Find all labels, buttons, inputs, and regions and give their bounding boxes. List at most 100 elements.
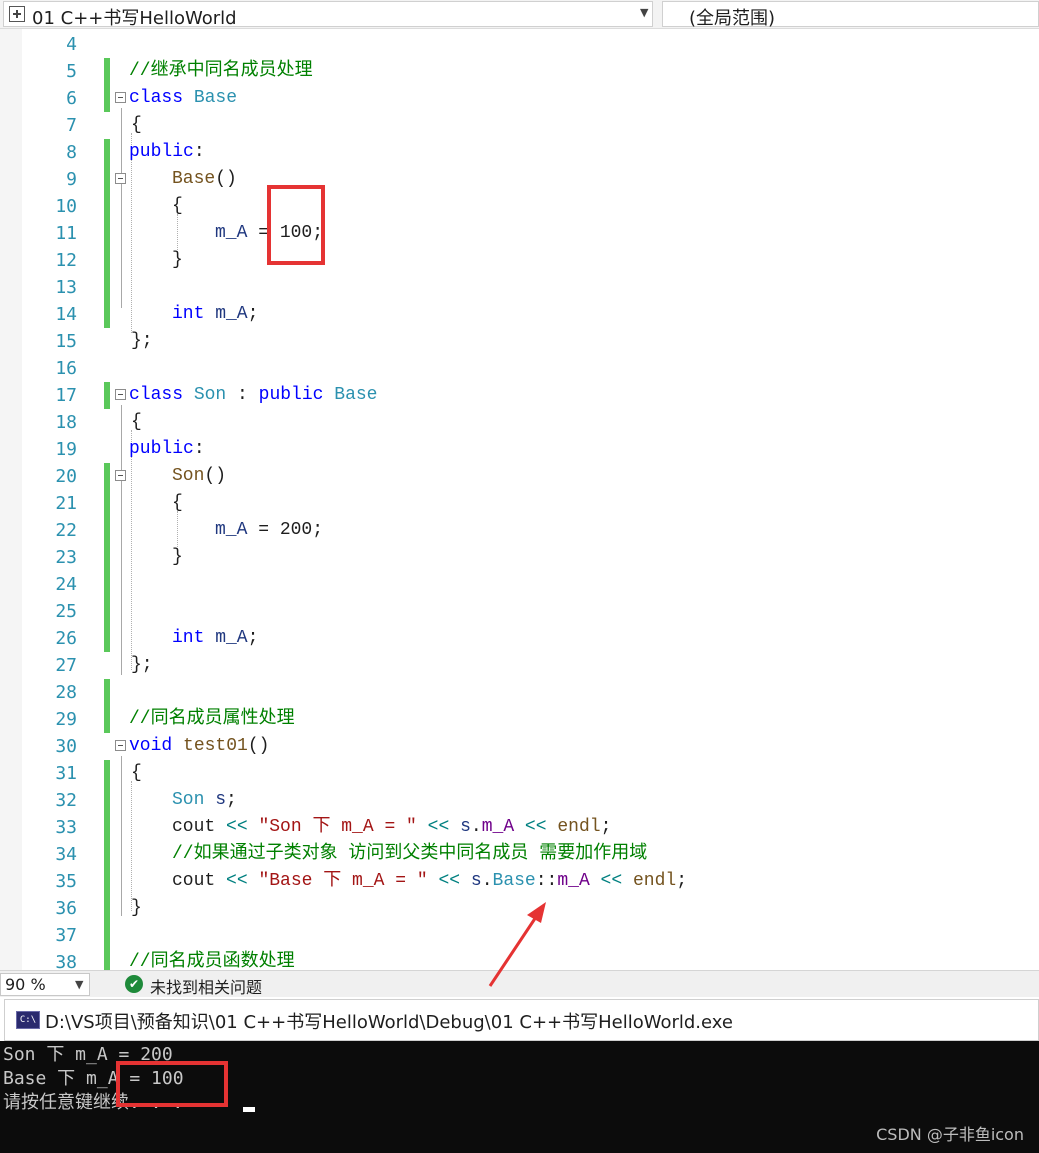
issues-status[interactable]: 未找到相关问题	[150, 974, 262, 998]
code-line: 27 };	[0, 652, 1039, 679]
change-indicator	[104, 949, 110, 970]
operator: <<	[215, 817, 259, 837]
type-name: Base	[193, 88, 238, 108]
line-number: 37	[55, 925, 77, 946]
code-text: Base()	[172, 166, 237, 193]
line-number: 21	[55, 493, 77, 514]
collapse-icon[interactable]	[115, 470, 126, 481]
code-text: }	[172, 250, 183, 270]
operator: <<	[589, 871, 633, 891]
watermark: CSDN @子非鱼icon	[876, 1125, 1024, 1144]
line-number: 6	[66, 88, 77, 109]
punctuation: ;	[600, 817, 612, 837]
highlight-box	[116, 1061, 228, 1107]
line-number: 13	[55, 277, 77, 298]
collapse-icon[interactable]	[115, 92, 126, 103]
console-title-bar[interactable]: C:\ D:\VS项目\预备知识\01 C++书写HelloWorld\Debu…	[4, 999, 1039, 1041]
line-number: 9	[66, 169, 77, 190]
code-line: 8 public:	[0, 139, 1039, 166]
line-number: 23	[55, 547, 77, 568]
change-indicator	[104, 841, 110, 868]
member: m_A	[481, 817, 515, 837]
punctuation: ;	[247, 628, 259, 648]
comment: //如果通过子类对象 访问到父类中同名成员 需要加作用域	[172, 844, 648, 864]
comment: //同名成员属性处理	[129, 709, 295, 729]
editor-status-bar: 90 % ▼ ✔ 未找到相关问题	[0, 970, 1039, 997]
change-indicator	[104, 895, 110, 922]
code-line: 34 //如果通过子类对象 访问到父类中同名成员 需要加作用域	[0, 841, 1039, 868]
punctuation: :	[193, 142, 205, 162]
line-number: 20	[55, 466, 77, 487]
line-number: 14	[55, 304, 77, 325]
code-line: 33 cout << "Son 下 m_A = " << s.m_A << en…	[0, 814, 1039, 841]
line-number: 26	[55, 628, 77, 649]
console-window-title: D:\VS项目\预备知识\01 C++书写HelloWorld\Debug\01…	[45, 1012, 733, 1033]
identifier: cout	[172, 817, 216, 837]
code-text: {	[131, 115, 142, 135]
variable: s	[460, 817, 471, 837]
code-text: public:	[129, 436, 205, 463]
string-literal: "Son 下 m_A = "	[258, 817, 417, 837]
type-name: Son	[172, 790, 205, 810]
line-number: 22	[55, 520, 77, 541]
zoom-level: 90 %	[5, 975, 46, 994]
change-indicator	[104, 787, 110, 814]
punctuation: ;	[247, 304, 259, 324]
code-line: 29 //同名成员属性处理	[0, 706, 1039, 733]
check-circle-icon[interactable]: ✔	[125, 975, 143, 993]
collapse-icon[interactable]	[115, 173, 126, 184]
line-number: 32	[55, 790, 77, 811]
operator: <<	[427, 871, 471, 891]
code-line: 32 Son s;	[0, 787, 1039, 814]
identifier: cout	[172, 871, 216, 891]
code-line: 7 {	[0, 112, 1039, 139]
string-literal: "Base 下 m_A = "	[258, 871, 428, 891]
keyword: int	[172, 304, 205, 324]
punctuation: .	[470, 817, 482, 837]
line-number: 19	[55, 439, 77, 460]
chevron-down-icon[interactable]: ▼	[75, 978, 83, 991]
change-indicator	[104, 571, 110, 598]
text-cursor	[243, 1107, 255, 1112]
member-scope-dropdown[interactable]: (全局范围)	[662, 1, 1039, 29]
line-number: 38	[55, 952, 77, 970]
punctuation: ;	[226, 790, 237, 810]
collapse-icon[interactable]	[115, 389, 126, 400]
change-indicator	[104, 760, 110, 787]
comment: //同名成员函数处理	[129, 952, 295, 970]
collapse-icon[interactable]	[115, 740, 126, 751]
code-line: 10 {	[0, 193, 1039, 220]
code-text: int m_A;	[172, 301, 258, 328]
change-indicator	[104, 544, 110, 571]
line-number: 15	[55, 331, 77, 352]
operator: =	[247, 520, 280, 540]
change-indicator	[104, 922, 110, 949]
code-line: 24	[0, 571, 1039, 598]
console-output[interactable]: Son 下 m_A = 200 Base 下 m_A = 100 请按任意键继续…	[0, 1041, 1039, 1153]
file-scope-dropdown[interactable]: 01 C++书写HelloWorld ▼	[3, 1, 653, 29]
code-text: //如果通过子类对象 访问到父类中同名成员 需要加作用域	[172, 841, 647, 868]
code-line: 6 class Base	[0, 85, 1039, 112]
chevron-down-icon[interactable]: ▼	[640, 6, 648, 19]
change-indicator	[104, 247, 110, 274]
console-app-icon: C:\	[16, 1011, 40, 1029]
type-name: Base	[492, 871, 536, 891]
code-editor[interactable]: 4 5 //继承中同名成员处理 6 class Base 7 { 8 publi…	[0, 29, 1039, 970]
line-number: 8	[66, 142, 77, 163]
code-line: 20 Son()	[0, 463, 1039, 490]
change-indicator	[104, 517, 110, 544]
code-line: 9 Base()	[0, 166, 1039, 193]
code-line: 15 };	[0, 328, 1039, 355]
line-number: 12	[55, 250, 77, 271]
line-number: 27	[55, 655, 77, 676]
function-name: endl	[632, 871, 677, 891]
variable: s	[204, 790, 227, 810]
keyword: public	[129, 142, 194, 162]
code-line: 14 int m_A;	[0, 301, 1039, 328]
zoom-dropdown[interactable]: 90 % ▼	[0, 973, 90, 996]
line-number: 24	[55, 574, 77, 595]
code-text: };	[131, 655, 153, 675]
code-text: {	[172, 493, 183, 513]
variable: m_A	[204, 304, 248, 324]
code-text: }	[172, 547, 183, 567]
